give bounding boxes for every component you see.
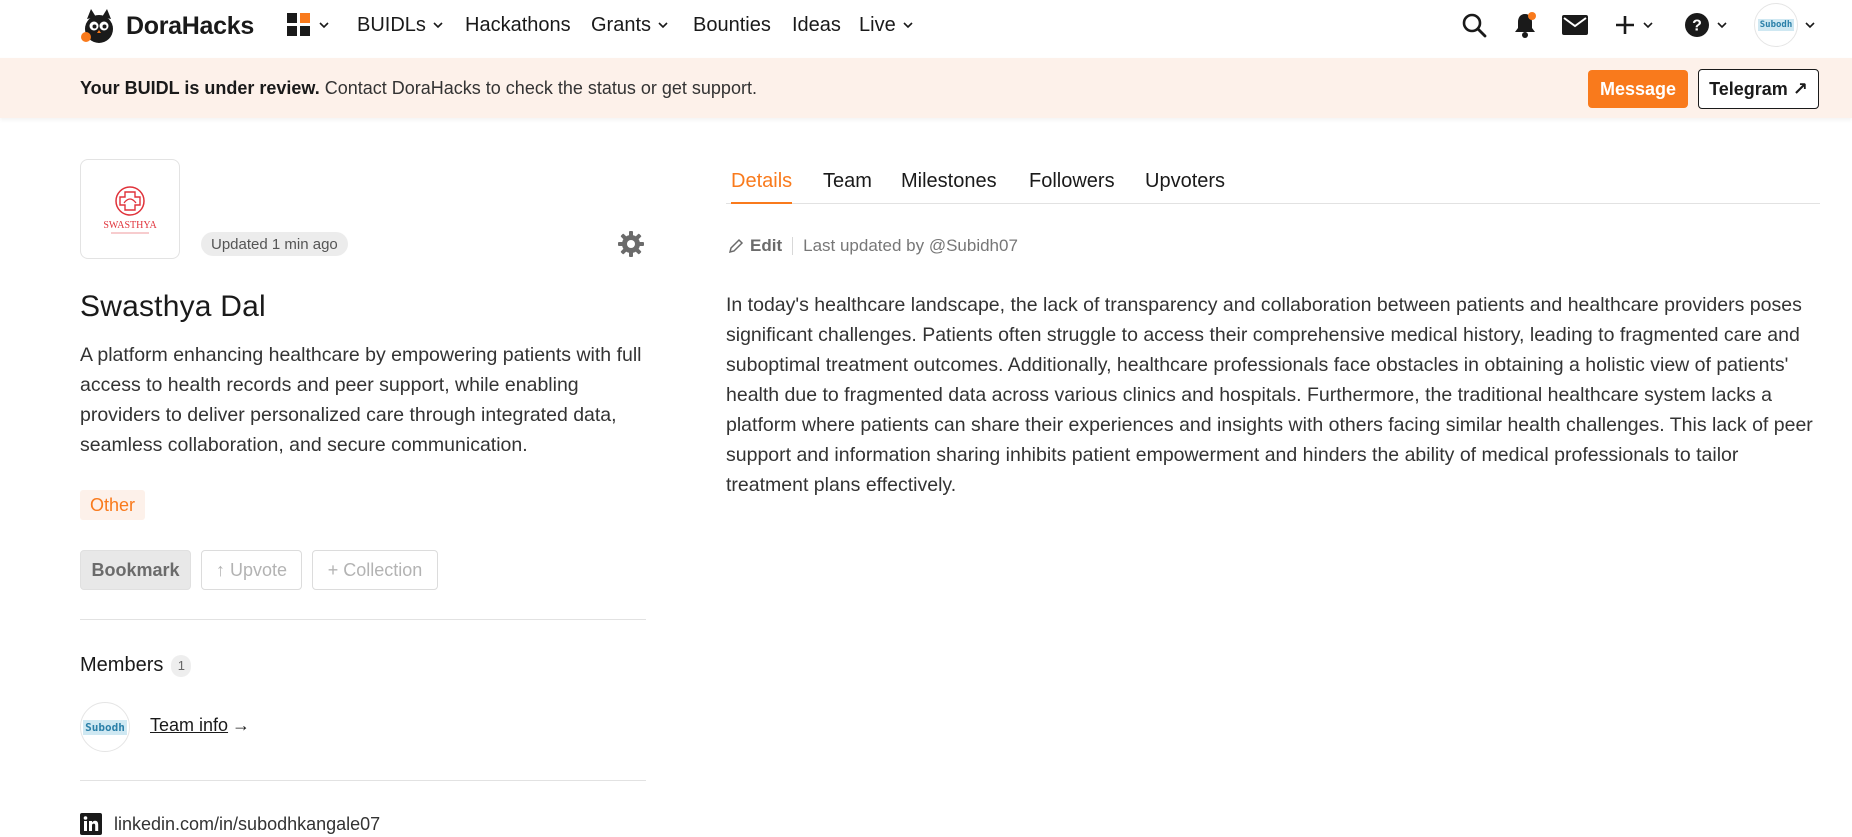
nav-buidls-label: BUIDLs (357, 13, 426, 36)
create-menu[interactable] (1614, 8, 1654, 42)
review-banner: Your BUIDL is under review. Contact Dora… (0, 58, 1852, 118)
last-updated-text: Last updated by @Subidh07 (803, 236, 1018, 255)
nav-live[interactable]: Live (859, 12, 914, 38)
pencil-icon (728, 238, 744, 254)
project-logo: SWASTHYA (80, 159, 180, 259)
tab-milestones[interactable]: Milestones (901, 170, 997, 204)
message-button[interactable]: Message (1588, 70, 1688, 108)
apps-menu[interactable] (286, 8, 330, 42)
nav-grants[interactable]: Grants (591, 12, 669, 38)
apps-grid-icon (287, 13, 310, 36)
search-icon (1462, 13, 1487, 38)
member-avatar-text: Subodh (83, 719, 127, 735)
telegram-button[interactable]: Telegram ↗ (1698, 69, 1819, 109)
brand-name: DoraHacks (126, 11, 254, 40)
swasthya-logo-icon: SWASTHYA (103, 186, 157, 234)
arrow-right-icon: → (232, 715, 250, 735)
details-body: In today's healthcare landscape, the lac… (726, 294, 1813, 496)
category-tag[interactable]: Other (80, 490, 146, 520)
user-avatar-text: Subodh (1757, 19, 1795, 31)
nav-ideas-label: Ideas (792, 13, 841, 36)
linkedin-link[interactable]: linkedin.com/in/subodhkangale07 (80, 813, 380, 835)
chevron-down-icon (1805, 22, 1815, 29)
nav-live-label: Live (859, 13, 896, 36)
tab-team[interactable]: Team (823, 170, 872, 204)
divider (80, 780, 646, 781)
dorahacks-logo[interactable]: DoraHacks (80, 6, 254, 46)
review-banner-detail: Contact DoraHacks to check the status or… (319, 78, 757, 98)
tab-upvoters[interactable]: Upvoters (1145, 170, 1225, 204)
member-avatar[interactable]: Subodh (80, 702, 130, 752)
nav-bounties-label: Bounties (693, 13, 771, 36)
help-icon: ? (1685, 13, 1709, 37)
plus-icon (1616, 16, 1634, 34)
updated-badge: Updated 1 min ago (201, 232, 348, 256)
upvote-button[interactable]: ↑ Upvote (201, 550, 302, 590)
nav-hackathons[interactable]: Hackathons (465, 12, 571, 38)
notifications-button[interactable] (1512, 8, 1538, 42)
review-banner-bold: Your BUIDL is under review. (80, 78, 320, 98)
review-banner-text: Your BUIDL is under review. Contact Dora… (80, 78, 757, 99)
nav-grants-label: Grants (591, 13, 652, 36)
tab-details[interactable]: Details (731, 170, 793, 204)
edit-row: Edit Last updated by @Subidh07 (728, 236, 1018, 256)
add-collection-button[interactable]: + Collection (312, 550, 438, 590)
bell-icon (1515, 12, 1536, 38)
project-description: A platform enhancing healthcare by empow… (80, 344, 642, 456)
chevron-down-icon (903, 22, 913, 29)
chevron-down-icon (433, 22, 443, 29)
chevron-down-icon (1717, 22, 1727, 29)
user-avatar: Subodh (1754, 3, 1798, 47)
divider (80, 619, 646, 620)
linkedin-url: linkedin.com/in/subodhkangale07 (114, 813, 381, 834)
top-navigation: DoraHacks BUIDLs Hackathons Grants Bount… (0, 0, 1852, 58)
search-button[interactable] (1461, 8, 1487, 42)
tab-followers[interactable]: Followers (1029, 170, 1115, 204)
mail-icon (1562, 15, 1588, 35)
members-heading: Members 1 (80, 654, 192, 677)
user-menu[interactable]: Subodh (1754, 2, 1816, 48)
gear-icon[interactable] (617, 230, 645, 258)
members-count-badge: 1 (171, 654, 192, 677)
nav-hackathons-label: Hackathons (465, 13, 571, 36)
team-info-link[interactable]: Team info (150, 715, 228, 736)
nav-ideas[interactable]: Ideas (792, 12, 841, 38)
project-name: Swasthya Dal (80, 290, 266, 323)
linkedin-icon (80, 813, 102, 835)
bookmark-button[interactable]: Bookmark (80, 550, 191, 590)
edit-button[interactable]: Edit (728, 236, 782, 256)
dorahacks-owl-icon (81, 9, 113, 43)
members-title: Members (80, 654, 164, 676)
edit-label: Edit (750, 236, 783, 255)
chevron-down-icon (658, 22, 668, 29)
nav-bounties[interactable]: Bounties (693, 12, 771, 38)
nav-buidls[interactable]: BUIDLs (357, 12, 444, 38)
project-logo-text: SWASTHYA (103, 220, 157, 231)
svg-text:?: ? (1692, 18, 1702, 35)
help-menu[interactable]: ? (1684, 8, 1728, 42)
messages-button[interactable] (1561, 8, 1589, 42)
tab-bar: Details Team Milestones Followers Upvote… (726, 170, 1820, 204)
separator (792, 237, 794, 255)
chevron-down-icon (319, 22, 329, 29)
chevron-down-icon (1643, 22, 1653, 29)
